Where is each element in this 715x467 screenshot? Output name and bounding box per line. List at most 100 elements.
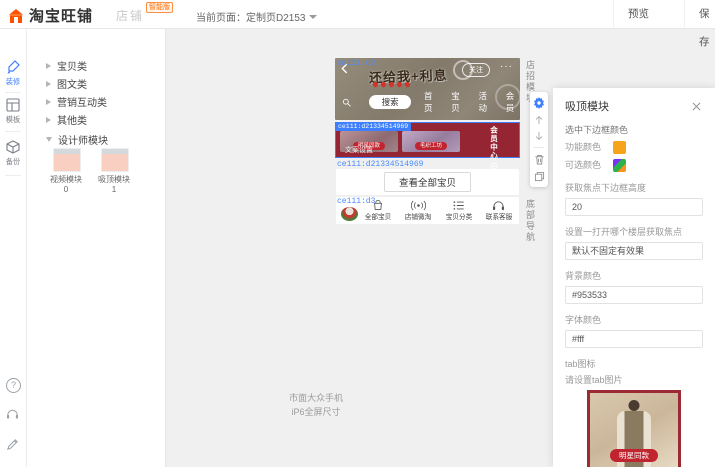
panel-title: 吸顶模块 [565,98,609,114]
border-color-section-label: 选中下边框颜色 [565,123,703,136]
banner-module-id: ce111:d2 [337,59,375,68]
canvas-note-line1: 市面大众手机 [266,391,366,405]
banner-hearts-decor [373,82,410,87]
tree-category-label: 设计师模块 [58,132,108,147]
rail-item-backup[interactable]: 备份 [0,140,26,167]
nav-side-label: 底部导航 [524,199,537,243]
headset-icon [6,408,19,420]
rail-divider [5,175,21,176]
tree-category-label: 图文类 [57,76,87,91]
move-down-icon[interactable] [534,131,544,141]
question-icon: ? [6,378,21,393]
view-all-module[interactable]: 查看全部宝贝 [336,169,519,195]
close-icon [692,102,701,111]
open-focus-label: 设置一打开哪个楼层获取焦点 [565,225,703,238]
sticky-caption: 文案设置 [345,145,373,155]
module-toolbar [530,92,548,187]
tab-image-button: 明星同款 [610,449,658,462]
tab-image-hint: 请设置tab图片 [565,373,703,386]
optional-color-label: 可选颜色 [565,160,603,172]
nav-item-label: 全部宝贝 [365,212,392,222]
sticky-card-2[interactable]: 毛织工坊 [402,131,460,152]
preview-button[interactable]: 预览 [613,0,663,28]
tree-category-imagetext[interactable]: 图文类 [46,76,156,91]
nav-item-categories[interactable]: 宝贝分类 [439,200,479,222]
nav-item-label: 宝贝分类 [445,212,472,222]
module-tree-panel: 宝贝类 图文类 营销互动类 其他类 设计师模块 视频模块 0 吸顶模块 1 [26,28,166,467]
pencil-icon [6,438,19,451]
chevron-down-circle-icon [490,162,498,170]
gear-icon[interactable] [533,97,545,109]
font-color-input[interactable] [565,330,703,348]
tree-category-marketing[interactable]: 营销互动类 [46,94,156,109]
canvas-note-line2: iP6全屏尺寸 [266,405,366,419]
nav-item-weitao[interactable]: 店铺微淘 [398,200,438,222]
thumb-strip [54,149,80,154]
trash-icon[interactable] [534,154,545,165]
open-focus-select[interactable] [565,242,703,260]
nav-item-service[interactable]: 联系客服 [479,200,519,222]
help-button[interactable]: ? [6,378,21,393]
banner-tab-member[interactable]: 会员 [506,90,520,114]
banner-tab-items[interactable]: 宝贝 [451,90,465,114]
font-color-label: 字体颜色 [565,313,703,326]
module-thumb-count: 0 [44,185,88,194]
module-thumb-sticky[interactable] [101,148,129,172]
rail-item-decorate[interactable]: 装修 [0,60,26,87]
func-color-swatch[interactable] [613,141,626,154]
member-center-tab[interactable]: 会员中心 [472,126,516,170]
toolbar-divider [534,147,544,148]
follow-button[interactable]: 关注 [462,63,490,77]
feedback-button[interactable] [6,438,19,451]
move-up-icon[interactable] [534,115,544,125]
sticky-module-selected[interactable]: ce111:d21334514969 明星同款 毛织工坊 会员中心 文案设置 [335,122,520,158]
module-thumb-video[interactable] [53,148,81,172]
tree-category-items[interactable]: 宝贝类 [46,58,156,73]
tree-category-other[interactable]: 其他类 [46,112,156,127]
sticky-card-2-button[interactable]: 毛织工坊 [415,142,447,150]
nav-module-id: ce111:d3 [337,197,375,206]
tree-category-label: 其他类 [57,112,87,127]
rail-divider [5,92,21,93]
app-logo: 淘宝旺铺 [8,5,93,26]
layout-grid-icon [6,98,20,112]
search-icon [342,97,351,108]
rail-item-label: 模板 [6,115,20,125]
thumb-strip [102,149,128,154]
shop-tab[interactable]: 店铺 [116,7,144,24]
more-icon[interactable]: ··· [500,61,513,72]
storefront-icon [8,8,24,24]
close-button[interactable] [690,100,703,113]
top-header: 淘宝旺铺 店铺 智能版 当前页面：定制页D2153 预览 保存 [0,0,715,29]
expand-icon [46,81,51,87]
optional-color-swatch[interactable] [613,159,626,172]
search-tab-active[interactable]: 搜索 [369,95,411,109]
bg-color-input[interactable] [565,286,703,304]
model-figure-head [629,400,640,411]
support-button[interactable] [6,408,19,420]
bg-color-label: 背景颜色 [565,269,703,282]
tree-category-designer[interactable]: 设计师模块 [46,132,156,147]
expand-icon [46,117,51,123]
headset-icon [492,200,505,211]
shop-badge: 智能版 [146,2,173,13]
rail-divider [5,131,21,132]
rail-item-template[interactable]: 模板 [0,98,26,125]
module-thumb-label: 吸顶模块 [92,174,136,185]
module-thumb-count: 1 [92,185,136,194]
current-page-dropdown[interactable]: 当前页面：定制页D2153 [196,9,317,24]
focus-height-input[interactable] [565,198,703,216]
expand-icon [46,63,51,69]
canvas-size-note: 市面大众手机 iP6全屏尺寸 [266,391,366,420]
module-thumb-label: 视频模块 [44,174,88,185]
tab-icon-label: tab图标 [565,357,703,370]
left-icon-rail: 装修 模板 备份 ? [0,28,27,467]
app-title: 淘宝旺铺 [29,5,93,26]
member-center-label: 会员中心 [489,126,500,160]
save-button[interactable]: 保存 [684,0,715,28]
copy-icon[interactable] [534,171,545,182]
banner-tab-activity[interactable]: 活动 [479,90,493,114]
banner-tab-home[interactable]: 首页 [424,90,438,114]
view-all-button[interactable]: 查看全部宝贝 [384,172,471,192]
tab-image-preview[interactable]: 明星同款 [587,390,681,467]
